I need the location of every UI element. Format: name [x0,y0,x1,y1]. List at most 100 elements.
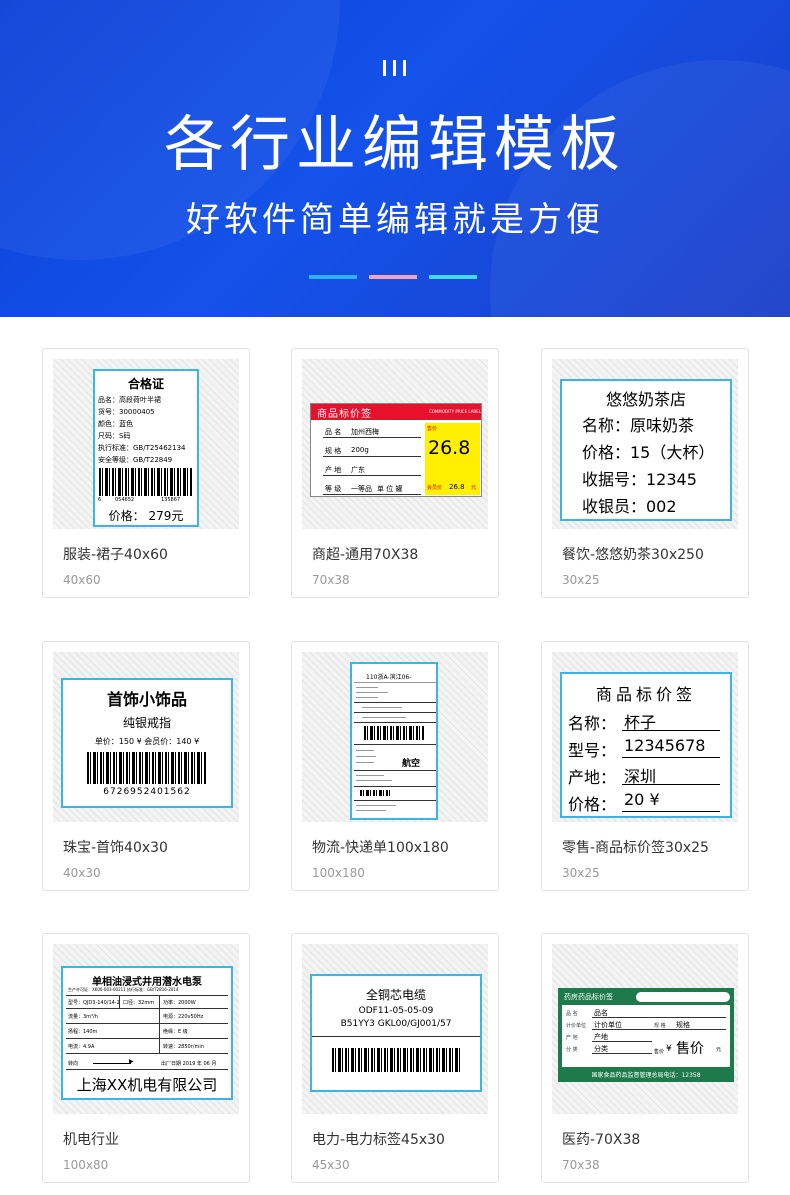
template-size: 30x25 [562,573,600,587]
label-line: 尺码：S码 [98,432,131,440]
label-line: 品名：高段荷叶半裙 [98,396,161,404]
barcode-icon [99,468,193,496]
arrow-right-icon: ▶ [129,1058,134,1065]
template-preview: 全铜芯电缆 ODF11-05-05-09 B51YY3 GKL00/GJ001/… [302,944,488,1114]
label-title: 首饰小饰品 [106,690,187,709]
title-pill [636,992,730,1002]
row-value: 加州西梅 [351,428,379,436]
template-preview: 110浙A-滨江06- 航空 [302,652,488,822]
row-label: 产 地 [325,466,342,474]
label-line: 颜色：蓝色 [98,420,133,428]
row-label: 规 格 [325,447,342,455]
template-name: 餐饮-悠悠奶茶30x250 [562,547,704,563]
template-preview: 单相油浸式井用潜水电泵 生产许可证：XK06-003-00211 执行标准：GB… [53,944,239,1114]
label-line: 收银员：002 [582,497,677,516]
price-value: 26.8 [428,437,471,459]
spec-cell: 功率：2000W [163,1000,196,1006]
barcode-icon [87,752,207,784]
page-title: 各行业编辑模板 [164,110,626,180]
page-subtitle: 好软件简单编辑就是方便 [186,200,604,240]
label-certificate: 合格证 品名：高段荷叶半裙 货号：30000405 颜色：蓝色 尺码：S码 执行… [93,369,199,527]
label-title: 悠悠奶茶店 [605,390,686,409]
row-value: 200g [351,446,369,454]
template-name: 医药-70X38 [562,1132,641,1148]
template-card-catering[interactable]: 悠悠奶茶店 名称：原味奶茶 价格：15（大杯） 收据号：12345 收银员：00… [541,348,749,598]
template-size: 100x180 [312,866,365,880]
barcode-icon [364,726,424,740]
label-price-tag: 商品标价签 COMMODITY PRICE LABEL 售价 26.8 会员价 … [310,403,482,497]
row-label: 计价单位 [566,1023,587,1029]
currency-unit: 元 [471,485,477,491]
template-size: 40x30 [63,866,101,880]
barcode-icon [360,790,390,796]
template-card-retail[interactable]: 商品标价签 名称： 杯子 型号： 12345678 产地： 深圳 价格： 20 … [541,641,749,891]
template-size: 70x38 [312,573,350,587]
label-line: 名称：原味奶茶 [582,416,695,435]
template-card-jewelry[interactable]: 首饰小饰品 纯银戒指 单价：150 ¥ 会员价：140 ¥ 6726952401… [42,641,250,891]
spec-cell: 电流：4.9A [68,1044,95,1050]
template-preview: 商品标价签 名称： 杯子 型号： 12345678 产地： 深圳 价格： 20 … [552,652,738,822]
waybill-top: 110浙A-滨江06- [366,674,412,681]
template-card-pharmacy[interactable]: 药房药品标价签 品 名 品名 计价单位 计价单位 规 格 规格 产 地 产地 分… [541,933,749,1183]
label-title: 药房药品标价签 [564,993,613,1001]
label-title-en: COMMODITY PRICE LABEL [429,409,481,414]
spec-cell: 型号：QJD3-140/14-2 [68,1000,120,1006]
label-line: 执行标准：GB/T25462134 [98,444,186,452]
header-banner: 各行业编辑模板 好软件简单编辑就是方便 [0,0,790,317]
row-label: 分 类 [566,1047,578,1053]
company-name: 上海XX机电有限公司 [76,1076,218,1094]
price-label: 售价 [654,1049,665,1055]
member-price: 26.8 [449,483,465,491]
accent-bars [309,275,477,279]
spec-cell: 绝缘：E 级 [163,1029,188,1035]
label-line: 安全等级：GB/T22849 [98,456,173,464]
template-name: 零售-商品标价签30x25 [562,840,709,856]
template-name: 商超-通用70X38 [312,547,419,563]
accent-bar-blue [309,275,357,279]
barcode-digit: 054652 [115,497,135,503]
spec-cell: 扬程：140m [68,1029,98,1035]
label-title: 商品标价签 [595,685,696,704]
label-footer: 国家食品药品监督管理总局电话：12358 [591,1072,701,1079]
label-retail-price: 商品标价签 名称： 杯子 型号： 12345678 产地： 深圳 价格： 20 … [560,672,732,818]
template-name: 物流-快递单100x180 [312,840,449,856]
template-card-clothing[interactable]: 合格证 品名：高段荷叶半裙 货号：30000405 颜色：蓝色 尺码：S码 执行… [42,348,250,598]
template-preview: 商品标价签 COMMODITY PRICE LABEL 售价 26.8 会员价 … [302,359,488,529]
row-label: 型号： [568,741,617,760]
template-card-logistics[interactable]: 110浙A-滨江06- 航空 物流-快递单100x180 100x180 [291,641,499,891]
row-value: 20 ¥ [624,790,660,809]
template-name: 机电行业 [63,1132,119,1148]
template-preview: 药房药品标价签 品 名 品名 计价单位 计价单位 规 格 规格 产 地 产地 分… [552,944,738,1114]
label-line: 生产许可证：XK06-003-00211 执行标准：GB/T2816-2014 [68,987,179,992]
label-milk-tea: 悠悠奶茶店 名称：原味奶茶 价格：15（大杯） 收据号：12345 收银员：00… [560,379,732,521]
template-size: 70x38 [562,1158,600,1172]
label-title: 商品标价签 [317,409,372,420]
currency-icon: ¥ [666,1044,672,1054]
template-name: 服装-裙子40x60 [63,547,168,563]
row-label: 品 名 [325,428,342,436]
template-card-supermarket[interactable]: 商品标价签 COMMODITY PRICE LABEL 售价 26.8 会员价 … [291,348,499,598]
label-water-pump: 单相油浸式井用潜水电泵 生产许可证：XK06-003-00211 执行标准：GB… [61,966,233,1100]
header-decoration [490,60,790,317]
template-card-electromechanical[interactable]: 单相油浸式井用潜水电泵 生产许可证：XK06-003-00211 执行标准：GB… [42,933,250,1183]
production-date: 出厂日期 2019 年 06 月 [161,1061,217,1067]
spec-cell: 口径：32mm [123,1000,155,1006]
template-card-electric-power[interactable]: 全铜芯电缆 ODF11-05-05-09 B51YY3 GKL00/GJ001/… [291,933,499,1183]
label-title: 全铜芯电缆 [365,988,426,1002]
label-line: ODF11-05-05-09 [358,1006,434,1016]
label-line: 价格：15（大杯） [582,443,715,462]
template-preview: 首饰小饰品 纯银戒指 单价：150 ¥ 会员价：140 ¥ 6726952401… [53,652,239,822]
barcode-digit: 6 [98,497,102,503]
accent-bar-cyan [429,275,477,279]
template-size: 40x60 [63,573,101,587]
row-label: 名称： [568,714,617,733]
accent-bar-pink [369,275,417,279]
label-pharmacy-price: 药房药品标价签 品 名 品名 计价单位 计价单位 规 格 规格 产 地 产地 分… [558,988,734,1082]
label-subtitle: 纯银戒指 [122,716,171,730]
template-preview: 悠悠奶茶店 名称：原味奶茶 价格：15（大杯） 收据号：12345 收银员：00… [552,359,738,529]
barcode-digit: 135867 [161,497,181,503]
row-value: 一等品 [351,485,372,493]
direction-label: 转向 [68,1061,79,1067]
template-name: 电力-电力标签45x30 [312,1132,445,1148]
row-label: 品 名 [566,1011,578,1017]
